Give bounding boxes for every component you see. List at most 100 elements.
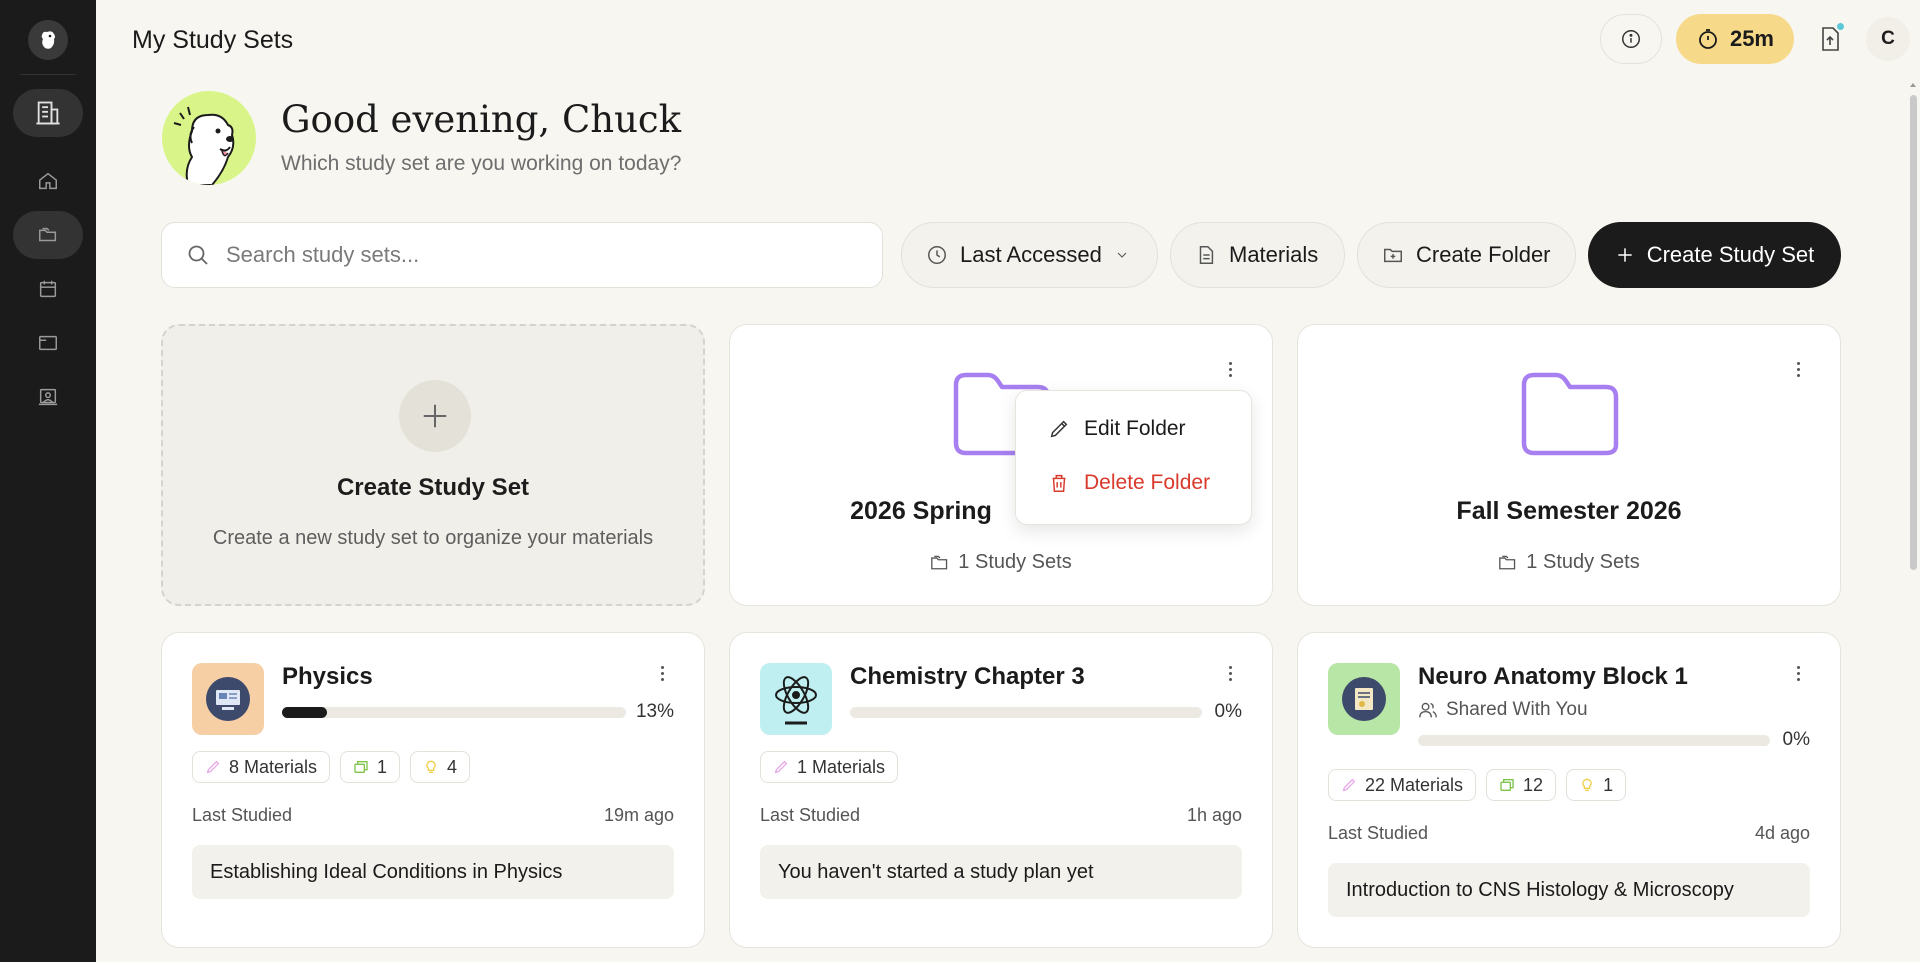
pencil-icon xyxy=(1342,778,1356,792)
study-set-card[interactable]: Neuro Anatomy Block 1 Shared With You 0%… xyxy=(1297,632,1841,948)
study-set-more-button[interactable] xyxy=(1218,661,1242,685)
user-avatar[interactable]: C xyxy=(1866,17,1910,61)
folder-card[interactable]: Fall Semester 2026 1 Study Sets xyxy=(1297,324,1841,606)
folder-count: 1 Study Sets xyxy=(730,551,1272,574)
edit-folder-label: Edit Folder xyxy=(1084,417,1186,440)
cards-icon xyxy=(1500,779,1514,791)
last-studied-time: 4d ago xyxy=(1754,823,1810,843)
shared-with-you: Shared With You xyxy=(1418,699,1588,721)
folder-count: 1 Study Sets xyxy=(1298,551,1840,574)
info-icon xyxy=(1621,30,1640,48)
folder-icon xyxy=(1521,372,1619,456)
study-set-more-button[interactable] xyxy=(1786,661,1810,685)
app-logo[interactable] xyxy=(28,20,68,60)
study-set-badges: 1 Materials xyxy=(760,751,899,783)
delete-folder-label: Delete Folder xyxy=(1084,471,1211,494)
sidebar-item-calendar[interactable] xyxy=(13,265,83,313)
scroll-up-icon xyxy=(1910,83,1916,87)
search-input[interactable] xyxy=(226,242,826,268)
folder-count-label: 1 Study Sets xyxy=(958,551,1072,573)
stopwatch-icon xyxy=(1699,29,1717,49)
cards-icon xyxy=(354,761,368,773)
upload-file-button[interactable] xyxy=(1808,17,1852,61)
create-study-set-label: Create Study Set xyxy=(1646,242,1815,267)
study-set-title: Neuro Anatomy Block 1 xyxy=(1418,663,1688,690)
progress-percent: 13% xyxy=(635,701,674,722)
sidebar xyxy=(0,0,96,962)
materials-count: 22 Materials xyxy=(1365,774,1464,795)
create-card-title: Create Study Set xyxy=(336,474,530,501)
progress-bar xyxy=(850,707,1202,718)
greeting-mascot xyxy=(162,91,256,185)
search-bar[interactable] xyxy=(161,222,883,288)
progress-bar xyxy=(1418,735,1770,746)
last-studied-label: Last Studied xyxy=(1328,823,1429,843)
quizzes-badge: 4 xyxy=(410,751,471,783)
certificate-icon xyxy=(1342,677,1386,721)
lightbulb-icon xyxy=(1582,778,1592,791)
pencil-icon xyxy=(206,760,220,774)
materials-badge: 8 Materials xyxy=(192,751,331,783)
edit-folder-menu-item[interactable]: Edit Folder xyxy=(1048,417,1186,441)
sort-dropdown[interactable]: Last Accessed xyxy=(901,222,1158,288)
timer-label: 25m xyxy=(1729,26,1774,51)
notification-dot xyxy=(1835,21,1846,32)
study-set-badges: 8 Materials 1 4 xyxy=(192,751,471,783)
study-plan-item[interactable]: Introduction to CNS Histology & Microsco… xyxy=(1328,863,1810,917)
folder-context-menu: Edit Folder Delete Folder xyxy=(1015,390,1252,525)
materials-badge: 22 Materials xyxy=(1328,769,1477,801)
document-icon xyxy=(1199,246,1214,264)
last-studied-label: Last Studied xyxy=(760,805,861,825)
study-plan-item[interactable]: Establishing Ideal Conditions in Physics xyxy=(192,845,674,899)
greeting-title: Good evening, Chuck xyxy=(281,98,682,141)
materials-button[interactable]: Materials xyxy=(1170,222,1345,288)
info-button[interactable] xyxy=(1599,14,1662,64)
study-plan-item[interactable]: You haven't started a study plan yet xyxy=(760,845,1242,899)
users-icon xyxy=(1419,702,1437,718)
folder-small-icon xyxy=(1499,555,1516,569)
study-set-title: Physics xyxy=(282,663,373,690)
create-study-set-button[interactable]: Create Study Set xyxy=(1588,222,1841,288)
study-timer-button[interactable]: 25m xyxy=(1675,14,1794,64)
sidebar-item-organization[interactable] xyxy=(13,89,83,137)
sidebar-item-study-sets[interactable] xyxy=(13,211,83,259)
create-folder-button[interactable]: Create Folder xyxy=(1357,222,1576,288)
trash-icon xyxy=(1052,474,1066,492)
study-set-thumbnail xyxy=(1328,663,1400,735)
page-title: My Study Sets xyxy=(132,26,294,54)
last-studied-time: 19m ago xyxy=(603,805,674,825)
progress-percent: 0% xyxy=(1782,729,1810,750)
shared-label: Shared With You xyxy=(1446,699,1588,720)
greeting-subtitle: Which study set are you working on today… xyxy=(281,152,682,175)
sort-label: Last Accessed xyxy=(960,242,1102,267)
materials-count: 1 Materials xyxy=(797,756,886,777)
folder-more-button[interactable] xyxy=(1218,357,1242,381)
study-set-thumbnail xyxy=(760,663,832,735)
progress-percent: 0% xyxy=(1214,701,1242,722)
delete-folder-menu-item[interactable]: Delete Folder xyxy=(1048,471,1210,495)
folder-more-button[interactable] xyxy=(1786,357,1810,381)
study-set-more-button[interactable] xyxy=(650,661,674,685)
building-icon xyxy=(36,101,60,125)
folder-plus-icon xyxy=(1384,248,1402,263)
clock-icon xyxy=(928,246,946,264)
scrollbar-thumb[interactable] xyxy=(1910,95,1917,570)
chevron-down-icon xyxy=(1117,252,1127,258)
create-study-set-card[interactable]: Create Study Set Create a new study set … xyxy=(161,324,705,606)
study-set-card[interactable]: Physics 13% 8 Materials 1 4 Last Studied… xyxy=(161,632,705,948)
plus-icon xyxy=(1618,248,1632,262)
progress-fill xyxy=(282,707,327,718)
quizzes-count: 1 xyxy=(1603,774,1614,795)
physics-computer-icon xyxy=(206,677,250,721)
sidebar-item-classroom[interactable] xyxy=(13,373,83,421)
pencil-icon xyxy=(1050,420,1068,438)
home-icon xyxy=(39,172,57,190)
folders-icon xyxy=(39,227,57,242)
folder-name: Fall Semester 2026 xyxy=(1456,497,1682,525)
sidebar-item-window[interactable] xyxy=(13,319,83,367)
search-icon xyxy=(188,245,208,265)
sidebar-item-home[interactable] xyxy=(13,157,83,205)
folder-small-icon xyxy=(931,555,948,569)
study-set-card[interactable]: Chemistry Chapter 3 0% 1 Materials Last … xyxy=(729,632,1273,948)
create-card-subtitle: Create a new study set to organize your … xyxy=(212,527,654,549)
